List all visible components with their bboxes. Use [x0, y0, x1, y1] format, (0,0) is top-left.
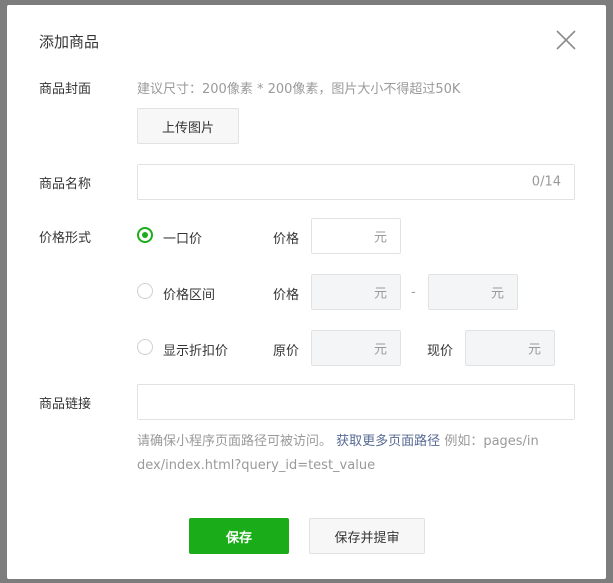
link-label: 商品链接	[39, 397, 92, 412]
original-price-input[interactable]: 元	[311, 330, 401, 366]
radio-discount-price[interactable]	[137, 339, 153, 355]
option-fixed-price-label: 一口价	[163, 232, 203, 247]
price-range-max-unit: 元	[490, 286, 504, 302]
close-icon[interactable]	[554, 28, 578, 52]
range-separator: -	[411, 285, 416, 300]
radio-fixed-price[interactable]	[137, 227, 153, 243]
original-price-label: 原价	[273, 344, 300, 359]
link-note: 请确保小程序页面路径可被访问。 获取更多页面路径 例如：pages/in dex…	[137, 430, 577, 478]
radio-price-range[interactable]	[137, 283, 153, 299]
save-button-label: 保存	[225, 530, 252, 546]
name-counter: 0/14	[531, 174, 561, 190]
more-paths-link[interactable]: 获取更多页面路径	[336, 434, 440, 449]
current-price-input[interactable]: 元	[465, 330, 555, 366]
product-name-input[interactable]: 0/14	[137, 164, 575, 200]
current-price-unit: 元	[527, 342, 541, 358]
current-price-label: 现价	[427, 344, 454, 359]
save-and-submit-button[interactable]: 保存并提审	[309, 518, 425, 554]
original-price-unit: 元	[373, 342, 387, 358]
upload-image-button[interactable]: 上传图片	[137, 108, 239, 144]
fixed-price-field-label: 价格	[273, 232, 300, 247]
link-note-example-2: dex/index.html?query_id=test_value	[137, 458, 376, 473]
upload-image-label: 上传图片	[161, 120, 214, 136]
price-range-max-input[interactable]: 元	[428, 274, 518, 310]
save-and-submit-label: 保存并提审	[334, 530, 400, 546]
price-label: 价格形式	[39, 231, 92, 246]
dialog: 添加商品 商品封面 建议尺寸：200像素 * 200像素，图片大小不得超过50K…	[7, 5, 606, 579]
option-discount-price-label: 显示折扣价	[163, 344, 229, 359]
option-price-range-label: 价格区间	[163, 288, 216, 303]
dialog-title: 添加商品	[39, 33, 100, 51]
link-note-prefix: 请确保小程序页面路径可被访问。	[137, 434, 333, 449]
price-range-min-unit: 元	[373, 286, 387, 302]
fixed-price-input[interactable]: 元	[311, 218, 401, 254]
name-label: 商品名称	[39, 177, 92, 192]
fixed-price-unit: 元	[373, 230, 387, 246]
price-range-field-label: 价格	[273, 288, 300, 303]
link-note-example-1: 例如：pages/in	[444, 434, 539, 449]
price-range-min-input[interactable]: 元	[311, 274, 401, 310]
cover-hint: 建议尺寸：200像素 * 200像素，图片大小不得超过50K	[137, 82, 461, 97]
product-link-input[interactable]	[137, 384, 575, 420]
save-button[interactable]: 保存	[189, 518, 289, 554]
cover-label: 商品封面	[39, 82, 92, 97]
